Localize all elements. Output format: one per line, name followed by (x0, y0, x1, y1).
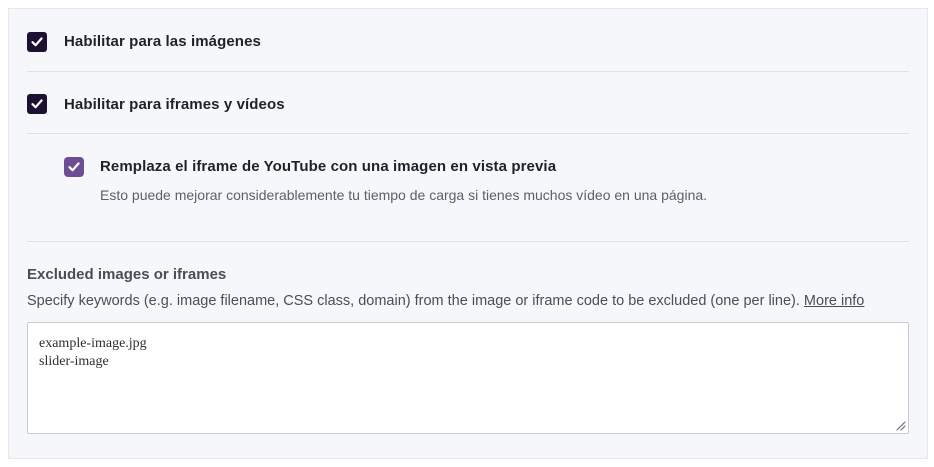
youtube-preview-checkbox[interactable] (64, 157, 84, 177)
enable-iframes-label[interactable]: Habilitar para iframes y vídeos (64, 96, 285, 113)
exclusions-textarea-container (27, 322, 909, 434)
enable-iframes-checkbox[interactable] (27, 94, 47, 114)
enable-images-label[interactable]: Habilitar para las imágenes (64, 33, 261, 50)
divider (27, 133, 909, 134)
resize-grip-icon[interactable] (894, 419, 906, 431)
check-icon (31, 37, 43, 47)
check-icon (68, 162, 80, 172)
youtube-preview-label[interactable]: Remplaza el iframe de YouTube con una im… (100, 158, 556, 175)
enable-images-checkbox[interactable] (27, 32, 47, 52)
divider (27, 241, 909, 242)
more-info-link[interactable]: More info (804, 293, 864, 309)
lazyload-settings-panel: Habilitar para las imágenes Habilitar pa… (8, 8, 928, 459)
exclusions-textarea[interactable] (28, 323, 908, 433)
divider (27, 71, 909, 72)
check-icon (31, 99, 43, 109)
exclusions-help: Specify keywords (e.g. image filename, C… (27, 293, 864, 309)
youtube-preview-description: Esto puede mejorar considerablemente tu … (100, 187, 708, 203)
exclusions-help-text: Specify keywords (e.g. image filename, C… (27, 293, 800, 309)
exclusions-title: Excluded images or iframes (27, 266, 227, 283)
